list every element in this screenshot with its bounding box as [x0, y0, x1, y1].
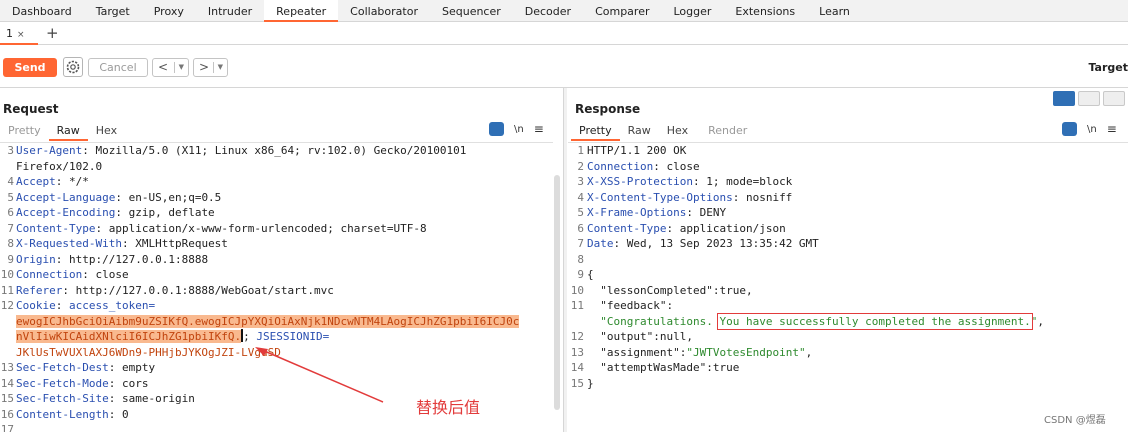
gear-icon [66, 60, 80, 74]
repeater-tab-1[interactable]: 1 × [0, 23, 38, 45]
hamburger-menu-icon[interactable]: ≡ [1107, 122, 1117, 136]
request-line: Firefox/102.0 [16, 159, 103, 173]
back-button[interactable]: < ▼ [152, 58, 189, 77]
add-tab-icon[interactable]: + [46, 24, 59, 42]
request-icons: \n ≡ [489, 122, 544, 136]
layout-toggle [1053, 91, 1125, 106]
nav-tab-learn[interactable]: Learn [807, 0, 862, 22]
response-icons: \n ≡ [1062, 122, 1117, 136]
wrap-lines-icon[interactable] [489, 122, 504, 136]
request-tab-raw[interactable]: Raw [48, 124, 88, 141]
separator [174, 62, 175, 73]
request-line: 13 Sec-Fetch-Dest: empty [0, 361, 156, 374]
annotation-label: 替换后值 [416, 398, 481, 417]
request-scrollbar[interactable] [554, 175, 560, 410]
request-editor[interactable]: 3 User-Agent: Mozilla/5.0 (X11; Linux x86… [0, 142, 553, 432]
settings-button[interactable] [63, 57, 83, 77]
hamburger-menu-icon[interactable]: ≡ [534, 122, 544, 136]
request-line: 8 X-Requested-With: XMLHttpRequest [7, 237, 228, 250]
chevron-down-icon[interactable]: ▼ [179, 59, 184, 76]
jsessionid-value: JKlUsTwVUXlAXJ6WDn9-PHHjbJYKOgJZI-LVguSD [16, 345, 281, 359]
cancel-button[interactable]: Cancel [88, 58, 148, 77]
response-line: 9{ [577, 268, 594, 281]
repeater-toolbar: Send Cancel < ▼ > ▼ Target [0, 45, 1128, 88]
nav-tab-extensions[interactable]: Extensions [723, 0, 807, 22]
separator [213, 62, 214, 73]
chevron-right-icon: > [199, 60, 210, 74]
request-line: 14 Sec-Fetch-Mode: cors [0, 376, 149, 390]
nav-tab-proxy[interactable]: Proxy [142, 0, 196, 22]
nav-tab-target[interactable]: Target [84, 0, 142, 22]
chevron-down-icon[interactable]: ▼ [218, 59, 223, 76]
request-line: 6 Accept-Encoding: gzip, deflate [7, 206, 215, 219]
split-vertical-icon[interactable] [1078, 91, 1100, 106]
response-line: 5 X-Frame-Options: DENY [577, 206, 727, 219]
watermark: CSDN @煜磊 [1044, 415, 1106, 426]
response-line: 12 "output":null, [570, 330, 693, 343]
response-line: 4 X-Content-Type-Options: nosniff [577, 190, 793, 204]
nav-tab-sequencer[interactable]: Sequencer [430, 0, 513, 22]
response-line: 6 Content-Type: application/json [577, 221, 786, 235]
response-line: 11 "feedback": [570, 299, 674, 312]
access-token-value: ewogICJhbGciOiAibm9uZSIKfQ.ewogICJpYXQiO… [16, 314, 520, 328]
response-line: "Congratulations. You have successfully … [600, 312, 1044, 330]
tabs-layout-icon[interactable] [1103, 91, 1125, 106]
response-tab-hex[interactable]: Hex [659, 124, 696, 141]
request-line: 4 Accept: */* [7, 175, 89, 188]
close-icon[interactable]: × [17, 30, 25, 40]
wrap-lines-icon[interactable] [1062, 122, 1077, 136]
top-nav: Dashboard Target Proxy Intruder Repeater… [0, 0, 1128, 22]
send-button[interactable]: Send [3, 58, 57, 77]
repeater-tab-label: 1 [6, 27, 13, 40]
target-label[interactable]: Target [1088, 61, 1128, 74]
request-title: Request [3, 102, 59, 116]
nav-tab-logger[interactable]: Logger [661, 0, 723, 22]
response-line: 1 HTTP/1.1 200 OK [577, 144, 687, 157]
request-line: 9 Origin: http://127.0.0.1:8888 [7, 252, 209, 266]
nav-tab-comparer[interactable]: Comparer [583, 0, 661, 22]
response-tab-pretty[interactable]: Pretty [571, 124, 620, 141]
request-line: 5 Accept-Language: en-US,en;q=0.5 [7, 190, 222, 204]
repeater-tabs: 1 × + [0, 23, 1128, 45]
request-line: 11 Referer: http://127.0.0.1:8888/WebGoat… [0, 283, 334, 297]
request-line: 10 Connection: close [0, 268, 129, 281]
response-line: 13 "assignment":"JWTVotesEndpoint", [570, 345, 813, 359]
success-message-highlight: You have successfully completed the assi… [717, 312, 1033, 330]
chevron-left-icon: < [158, 60, 169, 74]
newline-icon[interactable]: \n [514, 124, 524, 135]
response-line: 3 X-XSS-Protection: 1; mode=block [577, 175, 793, 188]
panel-divider[interactable] [563, 88, 567, 432]
request-line: 7 Content-Type: application/x-www-form-ur… [7, 221, 427, 235]
access-token-value-cont: nVlIiwKICAidXNlciI6ICJhZG1pbiIKfQ. [16, 330, 242, 343]
response-title: Response [575, 102, 641, 116]
forward-button[interactable]: > ▼ [193, 58, 228, 77]
response-tab-raw[interactable]: Raw [620, 124, 659, 141]
response-line: 15} [570, 376, 594, 390]
response-line: 7 Date: Wed, 13 Sep 2023 13:35:42 GMT [577, 237, 819, 250]
response-line: 10 "lessonCompleted":true, [570, 283, 753, 297]
response-view-tabs: Pretty Raw Hex Render [571, 124, 755, 141]
cookie-session-line: JKlUsTwVUXlAXJ6WDn9-PHHjbJYKOgJZI-LVguSD [0, 345, 553, 361]
response-editor[interactable]: 1 HTTP/1.1 200 OK 2 Connection: close 3 X-X… [568, 142, 1128, 432]
request-view-tabs: Pretty Raw Hex [0, 124, 125, 141]
request-tab-hex[interactable]: Hex [88, 124, 125, 141]
response-tab-render[interactable]: Render [696, 124, 755, 141]
nav-tab-intruder[interactable]: Intruder [196, 0, 264, 22]
cookie-token-line: ewogICJhbGciOiAibm9uZSIKfQ.ewogICJpYXQiO… [0, 314, 553, 330]
nav-tab-collaborator[interactable]: Collaborator [338, 0, 430, 22]
request-line: 12 Cookie: access_token= [0, 299, 156, 312]
request-line: 17 [0, 423, 14, 432]
nav-tab-dashboard[interactable]: Dashboard [0, 0, 84, 22]
nav-tab-repeater[interactable]: Repeater [264, 0, 339, 22]
response-line: 8 [577, 252, 584, 266]
newline-icon[interactable]: \n [1087, 124, 1097, 135]
split-horizontal-icon[interactable] [1053, 91, 1075, 106]
request-line: 3 User-Agent: Mozilla/5.0 (X11; Linux x86… [7, 144, 467, 157]
cookie-token-line: nVlIiwKICAidXNlciI6ICJhZG1pbiIKfQ.; JSES… [16, 329, 330, 343]
nav-tab-decoder[interactable]: Decoder [513, 0, 583, 22]
request-tab-pretty[interactable]: Pretty [0, 124, 49, 141]
response-line: 14 "attemptWasMade":true [570, 361, 740, 374]
response-line: 2 Connection: close [577, 159, 700, 173]
